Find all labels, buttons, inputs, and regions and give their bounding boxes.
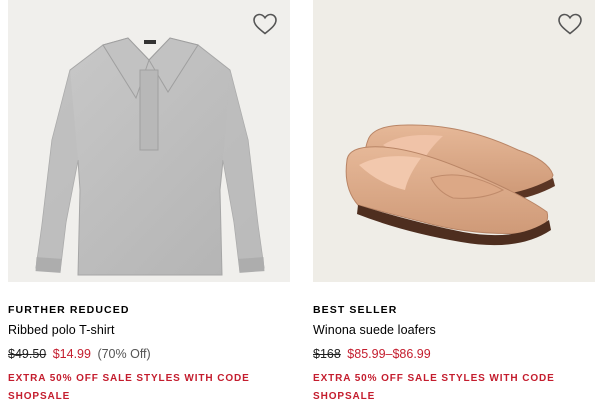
polo-shirt-image xyxy=(35,37,265,276)
product-image-polo[interactable] xyxy=(8,0,290,282)
product-card-loafers[interactable]: BEST SELLER Winona suede loafers $168 $8… xyxy=(313,0,595,401)
product-name[interactable]: Ribbed polo T-shirt xyxy=(8,323,115,337)
product-name[interactable]: Winona suede loafers xyxy=(313,323,436,337)
original-price: $49.50 xyxy=(8,347,47,361)
original-price: $168 xyxy=(313,347,341,361)
product-image-loafers[interactable] xyxy=(313,0,595,282)
sale-price: $85.99–$86.99 xyxy=(347,347,431,361)
heart-outline-icon[interactable] xyxy=(252,12,278,36)
heart-outline-icon[interactable] xyxy=(557,12,583,36)
sale-price: $14.99 xyxy=(52,347,91,361)
promo-message: EXTRA 50% OFF SALE STYLES WITH CODE SHOP… xyxy=(313,373,555,401)
product-card-polo[interactable]: FURTHER REDUCED Ribbed polo T-shirt $49.… xyxy=(8,0,290,401)
price-row: $168 $85.99–$86.99 xyxy=(313,347,434,361)
discount-percent: (70% Off) xyxy=(97,347,151,361)
loafers-image xyxy=(345,124,555,246)
product-badge: BEST SELLER xyxy=(313,304,398,316)
promo-message: EXTRA 50% OFF SALE STYLES WITH CODE SHOP… xyxy=(8,373,250,401)
price-row: $49.50 $14.99 (70% Off) xyxy=(8,347,151,361)
product-badge: FURTHER REDUCED xyxy=(8,304,130,316)
